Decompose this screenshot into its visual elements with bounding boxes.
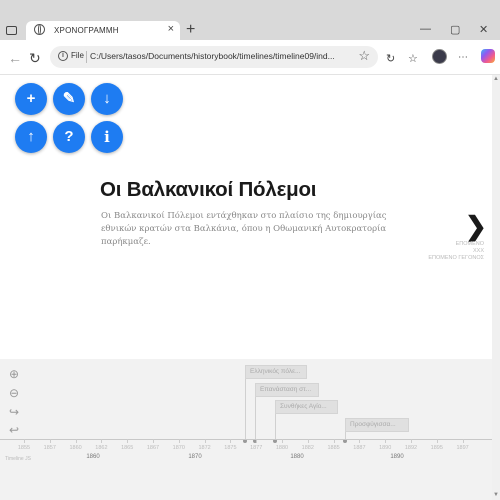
edit-button[interactable]: ✎ [53, 83, 85, 115]
new-tab-button[interactable]: + [186, 22, 195, 38]
help-button[interactable]: ? [53, 121, 85, 153]
minor-year-label: 1867 [146, 445, 160, 451]
timeline-credit: Timeline JS [5, 456, 31, 462]
axis-tick [256, 439, 258, 443]
minor-year-label: 1862 [95, 445, 108, 451]
close-window-button[interactable]: ✕ [479, 23, 488, 36]
major-year-label: 1880 [290, 454, 304, 460]
minor-year-label: 1860 [69, 445, 82, 451]
axis-tick [75, 439, 77, 443]
minor-year-label: 1892 [404, 445, 418, 451]
axis-tick [436, 439, 438, 443]
reload-icon[interactable]: ↻ [29, 50, 41, 67]
add-event-button[interactable]: + [15, 83, 47, 115]
minimize-button[interactable]: — [420, 23, 431, 35]
axis-tick [178, 439, 180, 443]
upload-button[interactable]: ↑ [15, 121, 47, 153]
next-slide-caption[interactable]: ΕΠΟΜΕΝΟ ΧΧΧ ΕΠΟΜΕΝΟ ΓΕΓΟΝΟΣ [420, 241, 484, 262]
more-menu-icon[interactable]: ⋯ [458, 52, 468, 63]
axis-tick [204, 439, 206, 443]
axis-tick [385, 439, 387, 443]
page-content: + ✎ ↓ ↑ ? i Οι Βαλκανικοί Πόλεμοι Οι Βαλ… [0, 75, 500, 500]
window-menu-icon[interactable] [6, 26, 17, 35]
next-caption-line: ΕΠΟΜΕΝΟ [455, 241, 484, 247]
tab-active[interactable]: ΧΡΟΝΟΓΡΑΜΜΗ × [26, 21, 180, 40]
minor-year-label: 1855 [17, 445, 31, 451]
redo-icon[interactable]: ↪ [9, 405, 19, 419]
minor-year-label: 1872 [198, 445, 211, 451]
page-scrollbar[interactable]: ▲ ▼ [492, 75, 500, 500]
minor-year-label: 1887 [353, 445, 366, 451]
axis-tick [49, 439, 51, 443]
slide-headline: Οι Βαλκανικοί Πόλεμοι [100, 178, 317, 201]
tab-strip: ΧΡΟΝΟΓΡΑΜΜΗ × + — ▢ ✕ [0, 0, 500, 40]
undo-icon[interactable]: ↩ [9, 423, 19, 437]
site-info-icon[interactable]: i [58, 51, 68, 61]
major-year-label: 1890 [390, 454, 404, 460]
axis-tick [333, 439, 335, 443]
timeline-marker[interactable]: Ελληνικός πόλε... [245, 365, 307, 379]
scroll-down-icon[interactable]: ▼ [493, 492, 499, 498]
timeline-navigator[interactable]: ⊕ ⊖ ↪ ↩ Ελληνικός πόλε... Επανάσταση στ.… [0, 359, 492, 500]
axis-tick [24, 439, 25, 443]
minor-year-label: 1877 [250, 445, 263, 451]
minor-year-label: 1890 [379, 445, 392, 451]
profile-avatar[interactable] [432, 49, 447, 64]
minor-year-label: 1865 [121, 445, 134, 451]
tab-close-icon[interactable]: × [168, 23, 174, 35]
scroll-up-icon[interactable]: ▲ [493, 76, 499, 82]
minor-year-label: 1880 [275, 445, 289, 451]
axis-tick [282, 439, 283, 443]
axis-tick [153, 439, 154, 443]
axis-tick [230, 439, 232, 443]
zoom-in-icon[interactable]: ⊕ [9, 367, 19, 381]
next-caption-line: ΧΧΧ [472, 248, 484, 254]
favorites-icon[interactable]: ☆ [408, 52, 418, 65]
timeline-marker[interactable]: Προσφύγισσα... [345, 418, 409, 432]
timeline-marker[interactable]: Επανάσταση στ... [255, 383, 319, 397]
url-text[interactable]: C:/Users/tasos/Documents/historybook/tim… [90, 51, 360, 61]
back-icon[interactable]: ← [8, 50, 22, 66]
axis-tick [101, 439, 103, 443]
next-caption-line: ΕΠΟΜΕΝΟ ΓΕΓΟΝΟΣ [428, 255, 484, 261]
axis-tick [307, 439, 309, 443]
globe-icon [34, 24, 45, 35]
zoom-out-icon[interactable]: ⊖ [9, 386, 19, 400]
axis-tick [359, 439, 361, 443]
minor-year-label: 1882 [301, 445, 314, 451]
refresh-extension-icon[interactable]: ↻ [386, 52, 395, 65]
axis-tick [411, 439, 412, 443]
major-year-label: 1860 [86, 454, 100, 460]
minor-year-label: 1885 [327, 445, 340, 451]
axis-tick [127, 439, 129, 443]
maximize-button[interactable]: ▢ [450, 23, 460, 36]
minor-year-label: 1897 [456, 445, 469, 451]
minor-year-label: 1875 [224, 445, 237, 451]
minor-year-label: 1895 [430, 445, 443, 451]
timeline-marker[interactable]: Συνθήκες Αγίο... [275, 400, 338, 414]
bookmark-star-icon[interactable]: ☆ [358, 48, 370, 64]
axis-tick [462, 439, 464, 443]
info-button[interactable]: i [91, 121, 123, 153]
slide-description: Οι Βαλκανικοί Πόλεμοι εντάχθηκαν στο πλα… [101, 211, 387, 247]
minor-year-label: 1857 [43, 445, 56, 451]
address-bar[interactable]: i File C:/Users/tasos/Documents/historyb… [50, 46, 378, 68]
time-axis [0, 439, 492, 440]
divider [86, 51, 87, 63]
copilot-icon[interactable] [481, 49, 495, 63]
next-slide-arrow-icon[interactable]: ❯ [465, 211, 487, 242]
address-toolbar: ← ↻ i File C:/Users/tasos/Documents/hist… [0, 40, 500, 75]
tab-title: ΧΡΟΝΟΓΡΑΜΜΗ [54, 26, 119, 35]
major-year-label: 1870 [188, 454, 202, 460]
download-button[interactable]: ↓ [91, 83, 123, 115]
minor-year-label: 1870 [172, 445, 185, 451]
file-scheme-label: File [71, 51, 84, 60]
